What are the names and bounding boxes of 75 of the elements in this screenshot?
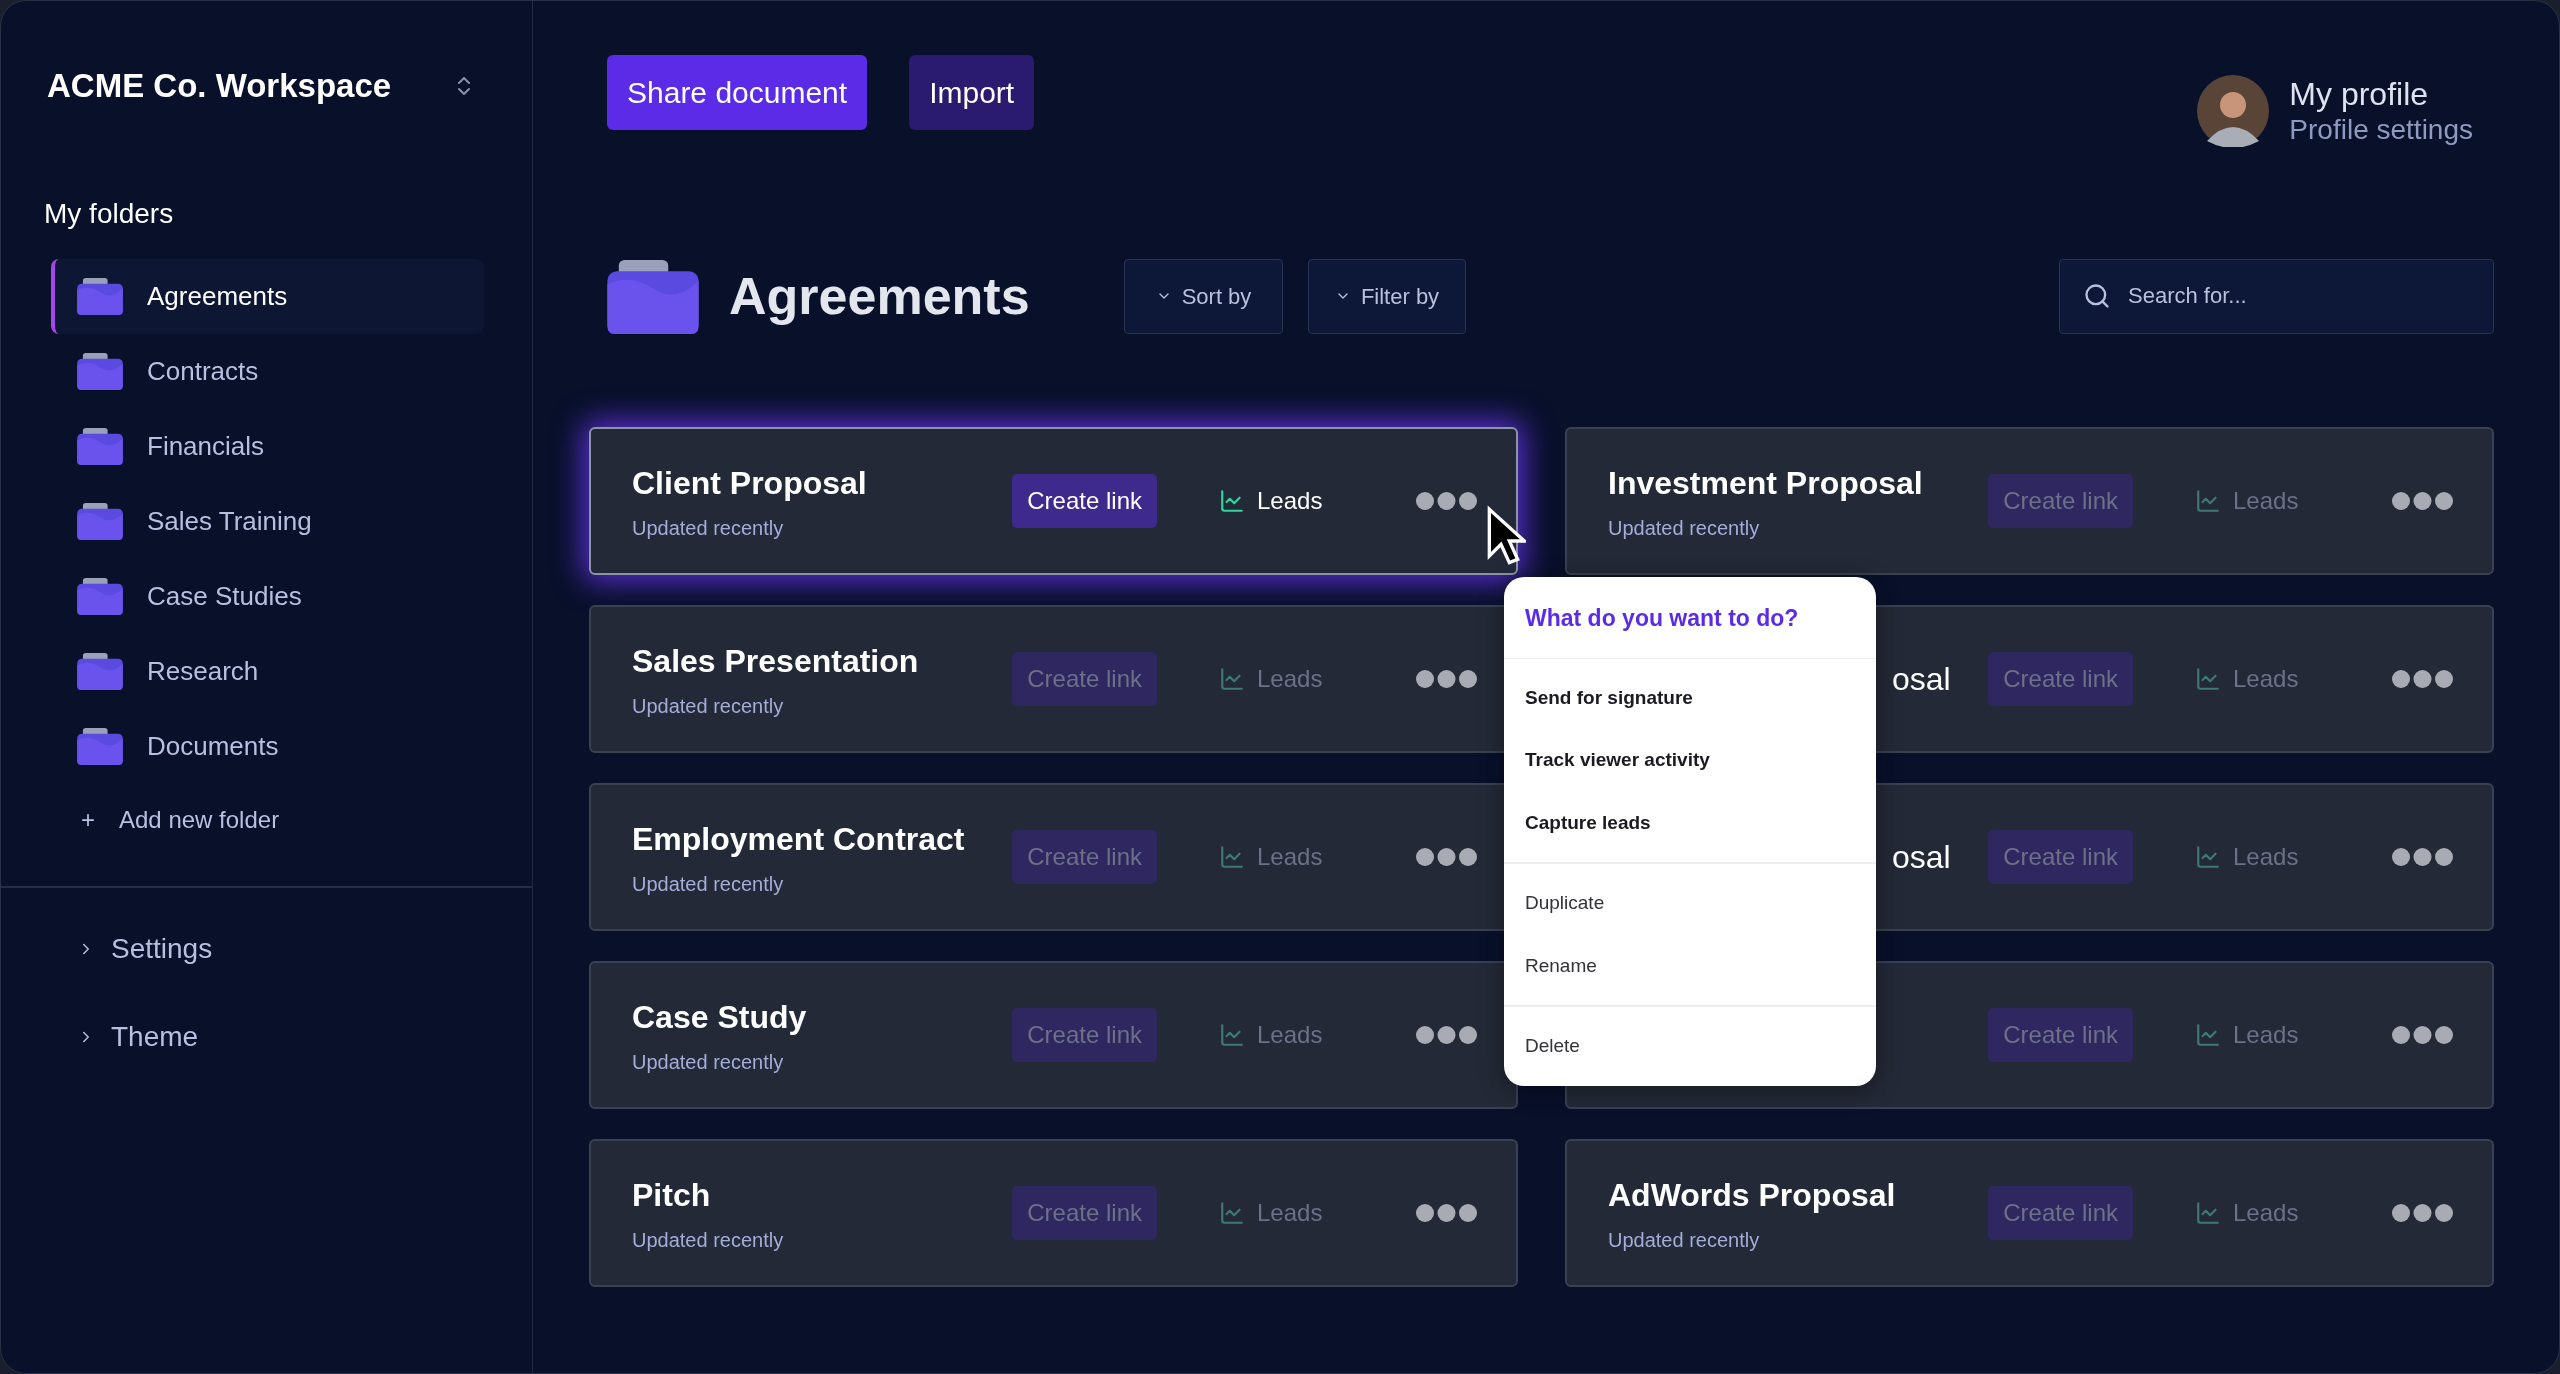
more-icon[interactable] <box>2391 1025 2454 1045</box>
card-title: Sales Presentation <box>632 642 920 681</box>
folders-heading: My folders <box>43 196 175 231</box>
folder-item[interactable]: Case Studies <box>51 558 484 634</box>
document-card[interactable]: AdWords Proposal Updated recently Create link Leads <box>1565 1139 2494 1287</box>
card-subtitle: Updated recently <box>632 1050 785 1075</box>
document-card[interactable]: Case Study Updated recently Create link Leads <box>589 961 1518 1109</box>
folder-item[interactable]: Sales Training <box>51 483 484 559</box>
more-icon[interactable] <box>1415 847 1478 867</box>
document-card[interactable]: Investment Proposal Updated recently Create link Leads <box>1565 427 2494 575</box>
folder-icon <box>77 502 123 540</box>
import-button[interactable]: Import <box>909 55 1035 130</box>
card-subtitle: Updated recently <box>1608 516 1761 541</box>
leads-link[interactable]: Leads <box>1219 483 1415 519</box>
card-title: Pitch <box>632 1176 712 1215</box>
card-title: AdWords Proposal <box>1608 1176 1897 1215</box>
sort-button[interactable]: Sort by <box>1124 258 1283 334</box>
more-icon[interactable] <box>1415 491 1478 511</box>
folder-item[interactable]: Financials <box>51 408 484 484</box>
line-chart-icon <box>1219 488 1245 514</box>
folder-icon <box>77 577 123 615</box>
cursor-icon <box>1486 505 1526 567</box>
add-folder-link[interactable]: + Add new folder <box>81 801 532 838</box>
card-subtitle: Updated recently <box>632 694 785 719</box>
card-subtitle: Updated recently <box>632 516 785 541</box>
card-subtitle: Updated recently <box>632 1228 785 1253</box>
folder-icon <box>77 277 123 315</box>
search-field[interactable]: Search for... <box>2059 258 2494 334</box>
profile-settings-link[interactable]: Profile settings <box>2289 113 2473 147</box>
folder-item[interactable]: Agreements <box>51 258 484 334</box>
menu-heading: What do you want to do? <box>1504 577 1876 659</box>
card-title: osal <box>1892 838 1952 877</box>
more-icon[interactable] <box>2391 847 2454 867</box>
line-chart-icon <box>1219 844 1245 870</box>
line-chart-icon <box>1219 1200 1245 1226</box>
card-title: Employment Contract <box>632 820 966 859</box>
card-title: Case Study <box>632 998 808 1037</box>
card-subtitle: Updated recently <box>1608 1228 1761 1253</box>
line-chart-icon <box>1219 666 1245 692</box>
card-title: osal <box>1892 660 1952 699</box>
folder-icon <box>77 352 123 390</box>
folder-item[interactable]: Documents <box>51 708 484 784</box>
profile-name[interactable]: My profile <box>2289 75 2473 113</box>
line-chart-icon <box>2195 1200 2221 1226</box>
card-title: Investment Proposal <box>1608 464 1924 503</box>
folder-item[interactable]: Contracts <box>51 333 484 409</box>
folder-item[interactable]: Research <box>51 633 484 709</box>
more-icon[interactable] <box>2391 669 2454 689</box>
folder-icon <box>607 258 699 334</box>
line-chart-icon <box>2195 488 2221 514</box>
document-card[interactable]: Pitch Updated recently Create link Leads <box>589 1139 1518 1287</box>
more-icon[interactable] <box>1415 1203 1478 1223</box>
line-chart-icon <box>2195 844 2221 870</box>
folder-icon <box>77 652 123 690</box>
filter-button[interactable]: Filter by <box>1308 258 1466 334</box>
section-toggle[interactable]: Theme <box>77 1015 532 1058</box>
card-subtitle: Updated recently <box>632 872 785 897</box>
create-link-button[interactable]: Create link <box>1012 474 1157 528</box>
document-card[interactable]: Client Proposal Updated recently Create link Leads <box>589 427 1518 575</box>
more-icon[interactable] <box>2391 491 2454 511</box>
line-chart-icon <box>2195 1022 2221 1048</box>
section-toggle[interactable]: Settings <box>77 927 532 970</box>
workspace-title: ACME Co. Workspace <box>47 66 392 106</box>
page-title: Agreements <box>729 266 1031 327</box>
line-chart-icon <box>1219 1022 1245 1048</box>
share-button[interactable]: Share document <box>607 55 868 130</box>
more-icon[interactable] <box>1415 669 1478 689</box>
avatar-icon[interactable] <box>2197 75 2270 147</box>
search-icon <box>2083 281 2111 310</box>
folder-icon <box>77 427 123 465</box>
card-title: Client Proposal <box>632 464 868 503</box>
folder-icon <box>77 727 123 765</box>
more-icon[interactable] <box>1415 1025 1478 1045</box>
line-chart-icon <box>2195 666 2221 692</box>
more-icon[interactable] <box>2391 1203 2454 1223</box>
